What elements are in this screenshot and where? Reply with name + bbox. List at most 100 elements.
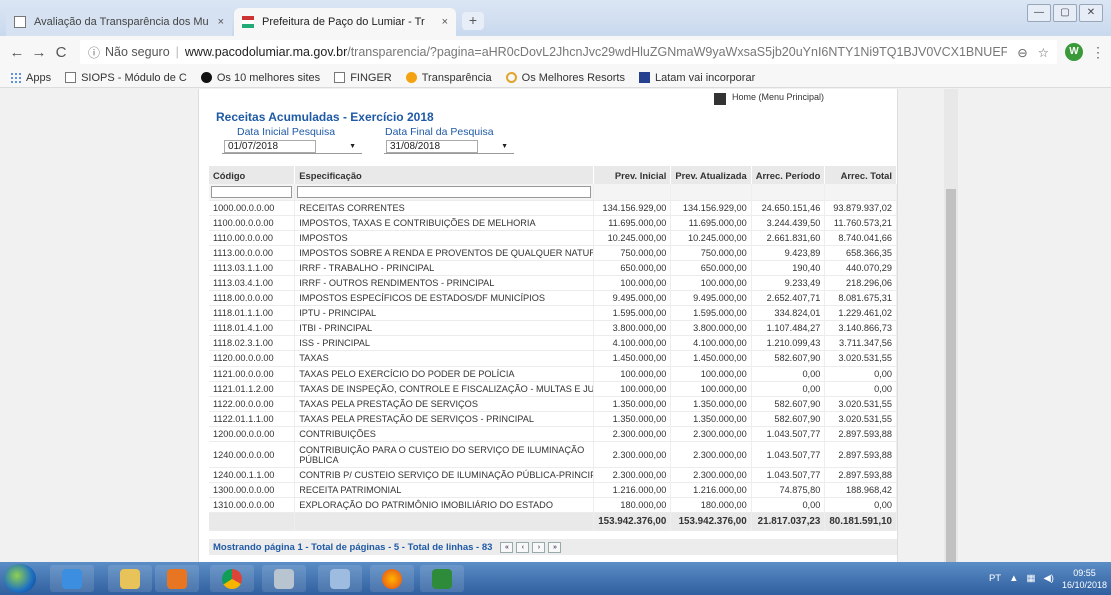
taskbar-calculator[interactable] <box>262 565 306 592</box>
tab-avaliacao[interactable]: Avaliação da Transparência dos Mu × <box>6 8 232 36</box>
taskbar-firefox[interactable] <box>370 565 414 592</box>
last-page-button[interactable]: » <box>548 541 562 553</box>
home-icon <box>714 93 726 105</box>
scrollbar-thumb[interactable] <box>946 189 956 562</box>
prev-atualizada-cell: 1.595.000,00 <box>670 305 752 322</box>
codigo-cell: 1113.03.4.1.00 <box>209 275 296 292</box>
prev-inicial-cell: 2.300.000,00 <box>593 426 672 443</box>
calculator-icon <box>274 568 294 589</box>
arrec-total-cell: 0,00 <box>824 497 897 514</box>
chevron-down-icon[interactable]: ▼ <box>349 140 362 153</box>
codigo-cell: 1118.02.3.1.00 <box>209 335 296 352</box>
tray-expand-icon[interactable]: ▲ <box>1009 573 1018 584</box>
codigo-filter-input[interactable] <box>211 185 293 198</box>
arrec-periodo-cell: 1.043.507,77 <box>751 467 826 484</box>
paint-icon <box>330 568 350 589</box>
prev-atualizada-cell: 1.216.000,00 <box>670 482 752 499</box>
especificacao-filter-input[interactable] <box>297 185 592 198</box>
start-button[interactable] <box>4 564 36 593</box>
prev-page-button[interactable]: ‹ <box>516 541 530 553</box>
taskbar-media[interactable] <box>155 565 199 592</box>
minimize-button[interactable]: — <box>1027 4 1051 22</box>
especificacao-cell: IMPOSTOS <box>294 230 595 246</box>
arrec-total-cell: 3.711.347,56 <box>824 335 897 352</box>
taskbar-paint[interactable] <box>318 565 362 592</box>
close-icon[interactable]: × <box>442 16 448 28</box>
codigo-cell: 1300.00.0.0.00 <box>209 482 296 499</box>
especificacao-cell: IPTU - PRINCIPAL <box>294 305 595 322</box>
forward-button[interactable]: → <box>28 44 50 61</box>
next-page-button[interactable]: › <box>532 541 546 553</box>
scrollbar[interactable] <box>944 89 958 562</box>
col-arrec-total[interactable]: Arrec. Total <box>824 166 897 184</box>
table-row: 1000.00.0.0.00 RECEITAS CORRENTES 134.156.… <box>209 200 897 216</box>
pagination-summary: Mostrando página 1 - Total de páginas - … <box>213 541 493 553</box>
taskbar-excel[interactable] <box>420 565 464 592</box>
bookmark-star-icon[interactable]: ☆ <box>1038 45 1049 60</box>
home-link[interactable]: Home (Menu Principal) <box>714 89 824 105</box>
col-prev-atualizada[interactable]: Prev. Atualizada <box>670 166 752 184</box>
codigo-cell: 1240.00.0.0.00 <box>209 441 296 468</box>
security-label: Não seguro <box>105 45 170 59</box>
table-row: 1240.00.1.1.00 CONTRIB P/ CUSTEIO SERVIÇO… <box>209 467 897 484</box>
col-especificacao[interactable]: Especificação <box>294 166 595 184</box>
bookmark-siops[interactable]: SIOPS - Módulo de C <box>65 72 187 84</box>
media-player-icon <box>167 568 187 589</box>
end-date-value[interactable]: 31/08/2018 <box>386 140 478 153</box>
table-row: 1113.00.0.0.00 IMPOSTOS SOBRE A RENDA E P… <box>209 245 897 261</box>
col-prev-inicial[interactable]: Prev. Inicial <box>593 166 672 184</box>
volume-icon[interactable]: ◀) <box>1043 573 1053 584</box>
bookmark-finger[interactable]: FINGER <box>334 72 392 84</box>
chevron-down-icon[interactable]: ▼ <box>501 140 514 153</box>
taskbar-explorer[interactable] <box>108 565 152 592</box>
profile-avatar[interactable]: W <box>1065 43 1083 61</box>
arrec-periodo-cell: 0,00 <box>751 381 826 397</box>
arrec-total-cell: 3.020.531,55 <box>824 396 897 412</box>
filter-cell <box>670 184 752 201</box>
info-orange-icon <box>405 72 417 83</box>
bookmark-label: Apps <box>26 71 52 84</box>
end-date-picker[interactable]: 31/08/2018 ▼ <box>384 140 514 154</box>
browser-toolbar: ← → C ⓘ Não seguro | www.pacodolumiar.ma… <box>0 36 1111 68</box>
start-date-picker[interactable]: 01/07/2018 ▼ <box>222 140 362 154</box>
table-row: 1122.01.1.1.00 TAXAS PELA PRESTAÇÃO DE SE… <box>209 411 897 427</box>
arrec-total-cell: 8.081.675,31 <box>824 290 897 307</box>
taskbar-chrome[interactable] <box>210 565 254 592</box>
back-button[interactable]: ← <box>6 44 28 61</box>
bookmark-resorts[interactable]: Os Melhores Resorts <box>505 72 625 84</box>
arrec-total-cell: 2.897.593,88 <box>824 441 897 468</box>
new-tab-button[interactable]: + <box>462 12 484 30</box>
language-indicator[interactable]: PT <box>989 573 1001 584</box>
reload-button[interactable]: C <box>50 44 72 61</box>
maximize-button[interactable]: ▢ <box>1053 4 1077 22</box>
url-text: www.pacodolumiar.ma.gov.br/transparencia… <box>185 45 1007 59</box>
taskbar-ie[interactable] <box>50 565 94 592</box>
tab-prefeitura[interactable]: Prefeitura de Paço do Lumiar - Tr × <box>234 8 456 36</box>
bookmark-apps[interactable]: Apps <box>10 72 51 84</box>
col-codigo[interactable]: Código <box>209 166 296 184</box>
zoom-icon[interactable]: ⊖ <box>1017 45 1027 60</box>
bookmark-10-melhores[interactable]: Os 10 melhores sites <box>200 72 320 84</box>
bookmark-latam[interactable]: Latam vai incorporar <box>638 72 755 84</box>
table-row: 1118.02.3.1.00 ISS - PRINCIPAL 4.100.000,0… <box>209 335 897 352</box>
address-bar[interactable]: ⓘ Não seguro | www.pacodolumiar.ma.gov.b… <box>80 40 1057 64</box>
clock[interactable]: 09:55 16/10/2018 <box>1062 567 1107 591</box>
close-icon[interactable]: × <box>218 16 224 28</box>
close-window-button[interactable]: ✕ <box>1079 4 1103 22</box>
table-row: 1118.01.4.1.00 ITBI - PRINCIPAL 3.800.000,… <box>209 320 897 337</box>
col-arrec-periodo[interactable]: Arrec. Período <box>751 166 826 184</box>
menu-icon[interactable]: ⋮ <box>1091 44 1105 61</box>
arrec-periodo-cell: 1.210.099,43 <box>751 335 826 352</box>
bookmarks-bar: Apps SIOPS - Módulo de C Os 10 melhores … <box>0 68 1111 88</box>
bookmark-transparencia[interactable]: Transparência <box>405 72 492 84</box>
network-icon[interactable]: ▦ <box>1026 573 1035 584</box>
arrec-total-cell: 3.140.866,73 <box>824 320 897 337</box>
table-row: 1118.01.1.1.00 IPTU - PRINCIPAL 1.595.000,… <box>209 305 897 322</box>
info-icon[interactable]: ⓘ <box>88 44 100 61</box>
totals-row: 153.942.376,00 153.942.376,00 21.817.037… <box>209 512 897 532</box>
prev-atualizada-cell: 9.495.000,00 <box>670 290 752 307</box>
prev-atualizada-cell: 1.350.000,00 <box>670 396 752 412</box>
prev-inicial-cell: 10.245.000,00 <box>593 230 672 246</box>
start-date-value[interactable]: 01/07/2018 <box>224 140 316 153</box>
first-page-button[interactable]: « <box>500 541 514 553</box>
